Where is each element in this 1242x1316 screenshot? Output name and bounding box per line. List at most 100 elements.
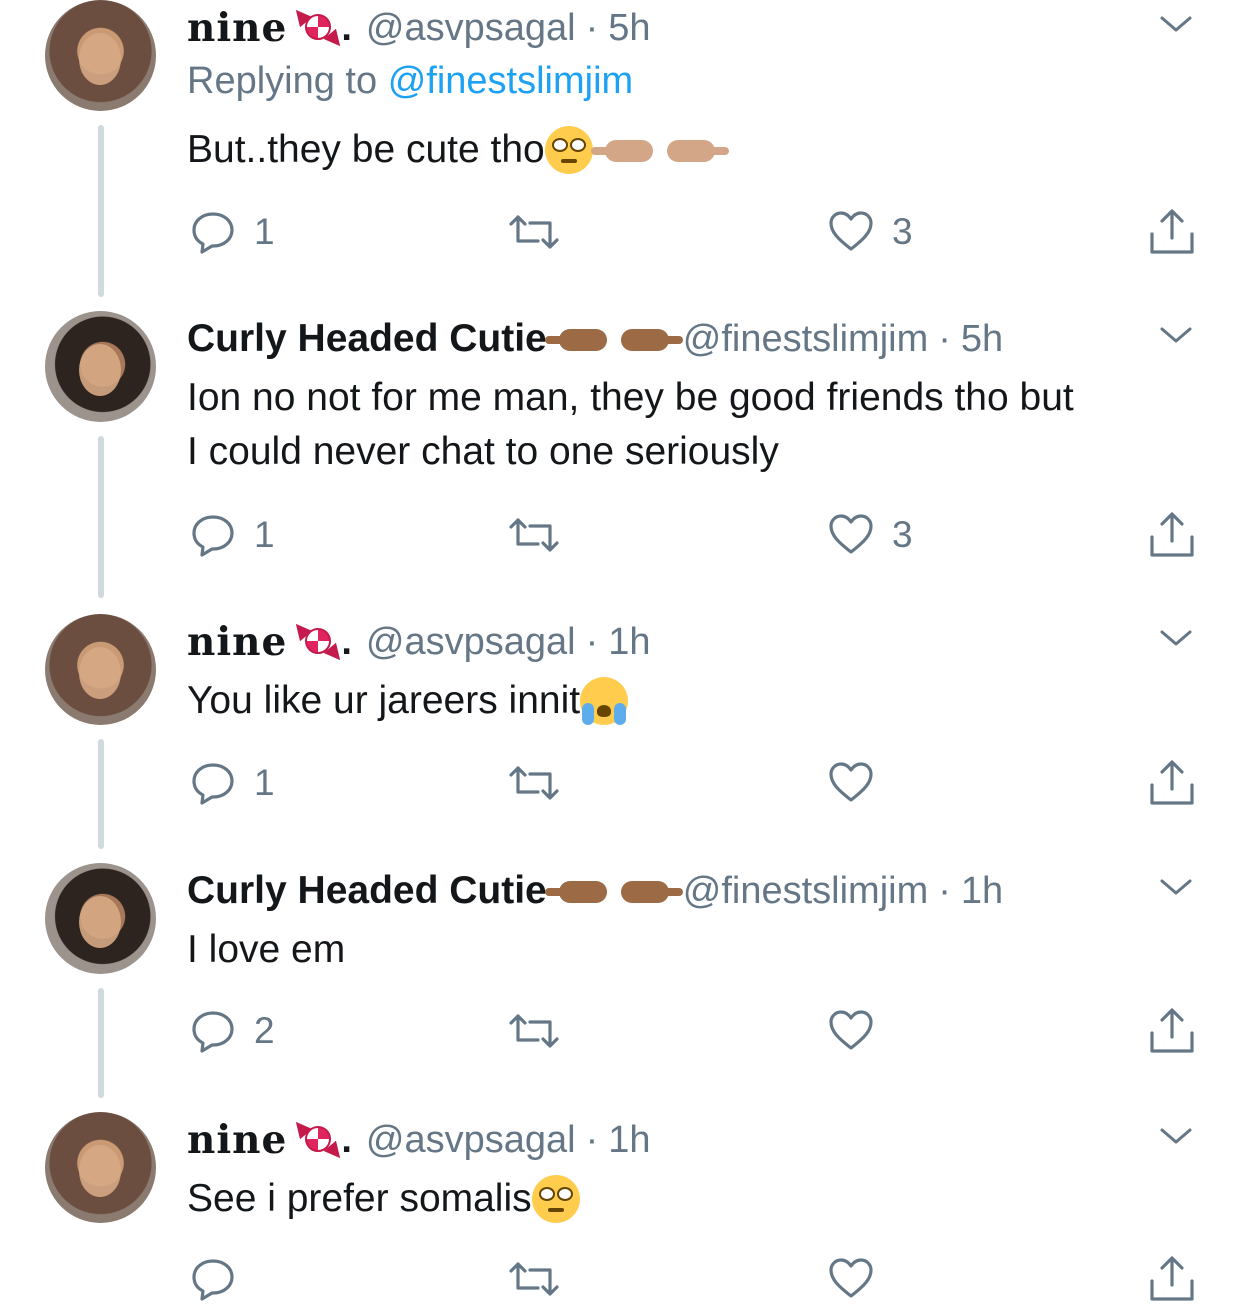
- heart-icon: [829, 211, 873, 251]
- like-button[interactable]: [828, 758, 892, 808]
- like-button[interactable]: [828, 1006, 892, 1056]
- tweet-actions: 1 3: [0, 207, 1242, 257]
- replying-to: Replying to @finestslimjim: [187, 60, 633, 103]
- replying-to-link[interactable]: @finestslimjim: [388, 60, 633, 102]
- reply-button[interactable]: 1: [190, 510, 275, 560]
- tweet-text-line: See i prefer somalis: [187, 1177, 532, 1220]
- avatar-face: [79, 647, 121, 699]
- share-button[interactable]: [1148, 1254, 1196, 1304]
- separator-dot: ·: [585, 620, 599, 663]
- avatar-face: [79, 896, 121, 948]
- retweet-button[interactable]: [508, 1006, 578, 1056]
- reply-icon: [192, 1259, 234, 1301]
- tweet-header: nine . @asvpsagal · 5h: [187, 0, 651, 56]
- avatar[interactable]: [45, 863, 156, 974]
- tweet-text: Ion no not for me man, they be good frie…: [187, 371, 1074, 479]
- like-button[interactable]: 3: [828, 207, 913, 257]
- tweet-text: But..they be cute tho: [187, 123, 729, 177]
- replying-prefix: Replying to: [187, 60, 378, 102]
- retweet-button[interactable]: [508, 758, 578, 808]
- pointing-hands-icon: [544, 875, 683, 907]
- chevron-down-icon[interactable]: [1158, 12, 1194, 36]
- tweet-text: You like ur jareers innit: [187, 674, 629, 728]
- display-name[interactable]: nine: [187, 1117, 287, 1163]
- separator-dot: ·: [938, 869, 951, 912]
- chevron-down-icon[interactable]: [1158, 1124, 1194, 1148]
- reply-icon: [192, 212, 234, 254]
- reply-icon: [192, 763, 234, 805]
- retweet-icon: [509, 518, 559, 552]
- heart-icon: [829, 514, 873, 554]
- chevron-down-icon[interactable]: [1158, 626, 1194, 650]
- avatar[interactable]: [45, 311, 156, 422]
- share-button[interactable]: [1148, 758, 1196, 808]
- retweet-button[interactable]: [508, 510, 578, 560]
- chevron-down-icon[interactable]: [1158, 323, 1194, 347]
- tweet-actions: [0, 1254, 1242, 1304]
- tweet-header: Curly Headed Cutie @finestslimjim · 5h: [187, 311, 1003, 367]
- avatar[interactable]: [45, 614, 156, 725]
- heart-icon: [829, 1258, 873, 1298]
- candy-icon: [290, 1116, 347, 1164]
- tweet-header: Curly Headed Cutie @finestslimjim · 1h: [187, 863, 1003, 919]
- tweet[interactable]: nine . @asvpsagal · 5h Replying to @fine…: [0, 0, 1242, 300]
- tweet[interactable]: nine . @asvpsagal · 1h See i prefer soma…: [0, 1112, 1242, 1316]
- like-button[interactable]: [828, 1254, 892, 1304]
- share-icon: [1150, 512, 1194, 557]
- like-count: 3: [892, 514, 913, 555]
- share-icon: [1150, 1008, 1194, 1053]
- handle[interactable]: @asvpsagal: [366, 7, 576, 50]
- loudly-crying-face-icon: [580, 677, 629, 725]
- handle[interactable]: @finestslimjim: [683, 318, 928, 361]
- display-name[interactable]: Curly Headed Cutie: [187, 869, 547, 913]
- candy-icon: [290, 618, 347, 666]
- reply-count: 1: [254, 514, 275, 555]
- pleading-face-icon: [531, 1175, 580, 1223]
- reply-count: 1: [254, 211, 275, 252]
- tweet-text-line: I love em: [187, 928, 346, 971]
- avatar-face: [79, 1145, 121, 1197]
- avatar-face: [79, 344, 121, 396]
- tweet-text: See i prefer somalis: [187, 1172, 580, 1226]
- share-button[interactable]: [1148, 207, 1196, 257]
- reply-button[interactable]: [190, 1254, 254, 1304]
- handle[interactable]: @asvpsagal: [366, 621, 576, 664]
- chevron-down-icon[interactable]: [1158, 875, 1194, 899]
- tweet-text-line: I could never chat to one seriously: [187, 430, 779, 473]
- tweet-header: nine . @asvpsagal · 1h: [187, 614, 651, 670]
- tweet[interactable]: Curly Headed Cutie @finestslimjim · 5h I…: [0, 311, 1242, 601]
- reply-icon: [192, 515, 234, 557]
- handle[interactable]: @finestslimjim: [683, 870, 928, 913]
- share-button[interactable]: [1148, 510, 1196, 560]
- display-name[interactable]: nine: [187, 5, 287, 51]
- reply-button[interactable]: 1: [190, 207, 275, 257]
- reply-button[interactable]: 2: [190, 1006, 275, 1056]
- display-name[interactable]: Curly Headed Cutie: [187, 317, 547, 361]
- like-count: 3: [892, 211, 913, 252]
- reply-button[interactable]: 1: [190, 758, 275, 808]
- avatar[interactable]: [45, 1112, 156, 1223]
- timestamp[interactable]: 5h: [961, 318, 1003, 361]
- separator-dot: ·: [938, 317, 951, 360]
- display-name[interactable]: nine: [187, 619, 287, 665]
- avatar[interactable]: [45, 0, 156, 111]
- timestamp[interactable]: 1h: [961, 870, 1003, 913]
- timestamp[interactable]: 1h: [608, 1119, 650, 1162]
- timestamp[interactable]: 1h: [608, 621, 650, 664]
- share-button[interactable]: [1148, 1006, 1196, 1056]
- tweet-text-line: Ion no not for me man, they be good frie…: [187, 376, 1074, 419]
- tweet[interactable]: nine . @asvpsagal · 1h You like ur jaree…: [0, 614, 1242, 850]
- tweet[interactable]: Curly Headed Cutie @finestslimjim · 1h I…: [0, 863, 1242, 1099]
- reply-count: 1: [254, 762, 275, 803]
- heart-icon: [829, 762, 873, 802]
- candy-icon: [290, 4, 347, 52]
- pointing-hands-icon: [544, 323, 683, 355]
- timestamp[interactable]: 5h: [608, 7, 650, 50]
- separator-dot: ·: [585, 6, 599, 49]
- retweet-button[interactable]: [508, 207, 578, 257]
- retweet-button[interactable]: [508, 1254, 578, 1304]
- handle[interactable]: @asvpsagal: [366, 1119, 576, 1162]
- share-icon: [1150, 209, 1194, 254]
- like-button[interactable]: 3: [828, 510, 913, 560]
- share-icon: [1150, 760, 1194, 805]
